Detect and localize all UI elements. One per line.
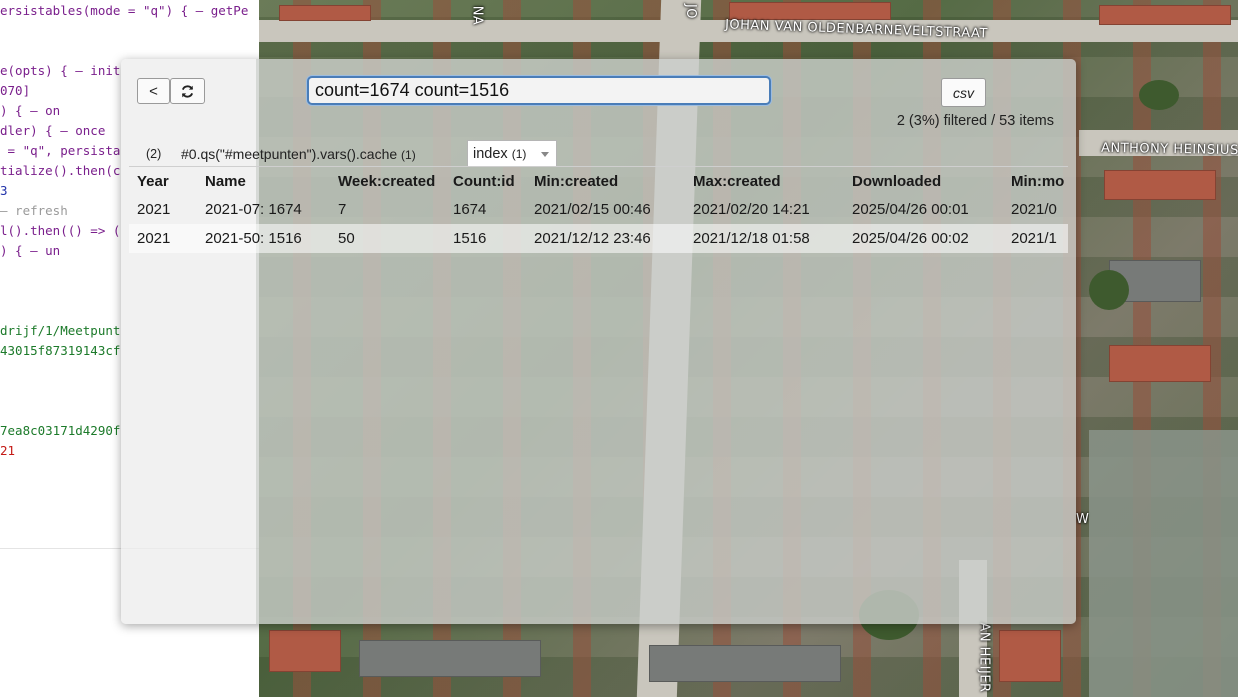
column-header[interactable]: Week:created <box>330 167 445 195</box>
table-cell: 2021-07: 1674 <box>205 201 302 218</box>
filter-status: 2 (3%) filtered / 53 items <box>896 113 1054 129</box>
code-line: dler) { – once <box>0 123 106 138</box>
refresh-icon <box>181 84 194 98</box>
tab-source-path[interactable]: #0.qs("#meetpunten").vars().cache (1) <box>181 146 416 162</box>
tab-count[interactable]: (2) <box>146 147 161 161</box>
code-line: = "q", persista <box>0 143 121 158</box>
table-cell: 2021/12/18 01:58 <box>685 224 844 253</box>
code-line: ) { – on <box>0 103 61 118</box>
table-cell: 1516 <box>445 224 526 253</box>
table-header-row: Year Name Week:created Count:id Min:created M… <box>129 167 1068 195</box>
code-line: drijf/1/Meetpunt <box>0 323 121 338</box>
street-label: JO <box>683 3 699 20</box>
table-cell: 2021/02/20 14:21 <box>693 201 810 218</box>
table-body: 2021 2021-07: 1674 7 1674 2021/02/15 00:46 20… <box>129 195 1068 253</box>
code-line: 21 <box>0 443 16 458</box>
column-header[interactable]: Name <box>197 167 330 195</box>
back-label: < <box>149 82 158 100</box>
refresh-button[interactable] <box>170 78 205 104</box>
table-cell: 50 <box>330 224 445 253</box>
table-row[interactable]: 2021 2021-07: 1674 7 1674 2021/02/15 00:46 20… <box>129 195 1068 224</box>
csv-label: csv <box>953 84 974 101</box>
street-label: W <box>1076 512 1090 527</box>
results-table: Year Name Week:created Count:id Min:created M… <box>129 167 1068 253</box>
table-row[interactable]: 2021 2021-50: 1516 50 1516 2021/12/12 23:46 2… <box>129 224 1068 253</box>
data-viewer-panel: < csv 2 (3%) filtered / 53 items (2) #0.… <box>121 59 1076 624</box>
column-header[interactable]: Year <box>129 167 197 195</box>
table-cell: 2021 <box>137 201 171 218</box>
code-line: 43015f87319143cf <box>0 343 121 358</box>
code-line: 7ea8c03171d4290f <box>0 423 121 438</box>
column-header[interactable]: Min:mo <box>1003 167 1068 195</box>
table-cell: 7 <box>338 201 347 218</box>
column-header[interactable]: Max:created <box>685 167 844 195</box>
column-header[interactable]: Downloaded <box>844 167 1003 195</box>
street-label: AN HEIJER <box>976 622 992 693</box>
map-tree <box>1139 80 1179 110</box>
table-cell: 2021/0 <box>1011 201 1057 218</box>
code-line: 070] <box>0 83 31 98</box>
results-table-container[interactable]: Year Name Week:created Count:id Min:created M… <box>129 166 1068 253</box>
table-cell: 2021/1 <box>1003 224 1068 253</box>
back-button[interactable]: < <box>137 78 170 104</box>
table-cell: 1674 <box>453 201 487 218</box>
table-cell: 2021 <box>129 224 197 253</box>
street-label: ANTHONY HEINSIUSS <box>1100 140 1238 159</box>
column-header[interactable]: Min:created <box>526 167 685 195</box>
csv-export-button[interactable]: csv <box>941 78 986 107</box>
table-cell: 2021/02/15 00:46 <box>534 201 651 218</box>
table-cell: 2021/12/12 23:46 <box>526 224 685 253</box>
map-tree <box>1089 270 1129 310</box>
column-header[interactable]: Count:id <box>445 167 526 195</box>
map-roof <box>359 640 541 677</box>
index-count: (1) <box>511 147 527 161</box>
tab-path-count: (1) <box>401 148 416 162</box>
table-cell: 2025/04/26 00:01 <box>852 201 969 218</box>
tab-path-label: #0.qs("#meetpunten").vars().cache <box>181 146 398 162</box>
map-roof <box>1109 345 1211 382</box>
code-line: ) { – un <box>0 243 61 258</box>
map-roof <box>999 630 1061 682</box>
filter-search-input[interactable] <box>307 76 771 105</box>
code-line: l().then(() => ( <box>0 223 121 238</box>
street-label: NA <box>469 5 485 26</box>
map-roof <box>269 630 341 672</box>
map-roof <box>649 645 841 682</box>
code-line: ersistables(mode = "q") { – getPe <box>0 3 249 18</box>
map-roof <box>1104 170 1216 200</box>
table-cell: 2021-50: 1516 <box>197 224 330 253</box>
index-label: index <box>473 146 508 162</box>
code-line: – refresh <box>0 203 68 218</box>
code-line: tialize().then(c <box>0 163 121 178</box>
map-roof <box>279 5 371 21</box>
code-line: e(opts) { – init <box>0 63 121 78</box>
chevron-down-icon <box>541 152 549 157</box>
blurred-overlay <box>1089 430 1238 697</box>
map-roof <box>729 2 891 20</box>
index-dropdown[interactable]: index (1) <box>467 140 557 166</box>
code-line: 3 <box>0 183 8 198</box>
source-tabs: (2) #0.qs("#meetpunten").vars().cache (1… <box>129 139 1069 167</box>
table-cell: 2025/04/26 00:02 <box>844 224 1003 253</box>
map-roof <box>1099 5 1231 25</box>
